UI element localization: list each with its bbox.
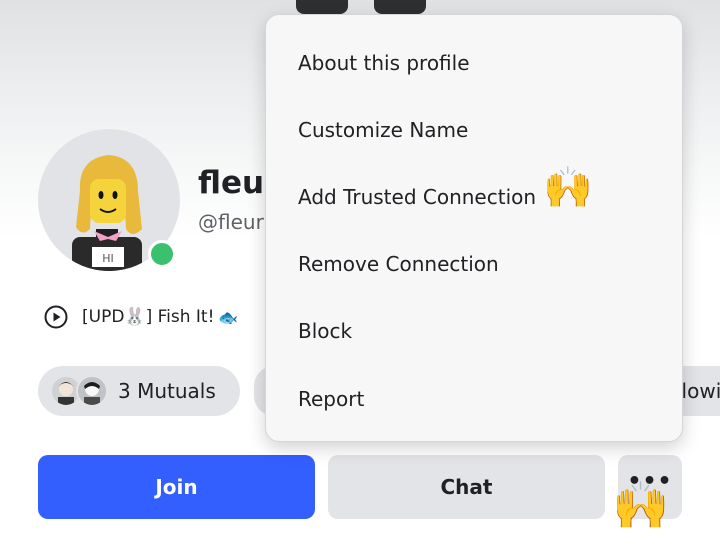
avatar-shirt-text: HI bbox=[102, 252, 114, 265]
mutuals-pill[interactable]: 3 Mutuals bbox=[38, 366, 240, 416]
menu-item-label: Report bbox=[298, 386, 365, 411]
mutual-avatar-2 bbox=[76, 375, 108, 407]
play-circle-icon bbox=[44, 305, 68, 329]
menu-item-label: Add Trusted Connection bbox=[298, 184, 537, 209]
online-status-indicator bbox=[148, 240, 176, 268]
mutuals-count-label: 3 Mutuals bbox=[118, 379, 216, 403]
current-experience-link[interactable]: [UPD🐰] Fish It! 🐟 bbox=[44, 305, 238, 329]
menu-item-label: Block bbox=[298, 318, 353, 343]
fish-icon: 🐟 bbox=[218, 307, 239, 327]
menu-item-customize-name[interactable]: Customize Name bbox=[266, 96, 682, 163]
menu-item-report[interactable]: Report bbox=[266, 365, 682, 432]
raising-hands-icon: 🙌 bbox=[543, 165, 593, 211]
menu-item-add-trusted-connection[interactable]: Add Trusted Connection bbox=[266, 163, 682, 230]
profile-options-menu: About this profile Customize Name Add Tr… bbox=[265, 14, 683, 442]
join-button[interactable]: Join bbox=[38, 455, 315, 519]
menu-item-label: Customize Name bbox=[298, 117, 469, 142]
menu-item-about-profile[interactable]: About this profile bbox=[266, 29, 682, 96]
menu-item-label: About this profile bbox=[298, 50, 470, 75]
menu-item-remove-connection[interactable]: Remove Connection bbox=[266, 230, 682, 297]
profile-username: @fleur bbox=[198, 210, 264, 234]
chat-button[interactable]: Chat bbox=[328, 455, 605, 519]
raising-hands-icon: 🙌 bbox=[612, 478, 670, 532]
hero-avatar-leg-right bbox=[374, 0, 426, 14]
experience-label: [UPD🐰] Fish It! bbox=[82, 307, 215, 327]
hero-avatar-leg-left bbox=[296, 0, 348, 14]
menu-item-block[interactable]: Block bbox=[266, 297, 682, 364]
menu-item-label: Remove Connection bbox=[298, 251, 499, 276]
